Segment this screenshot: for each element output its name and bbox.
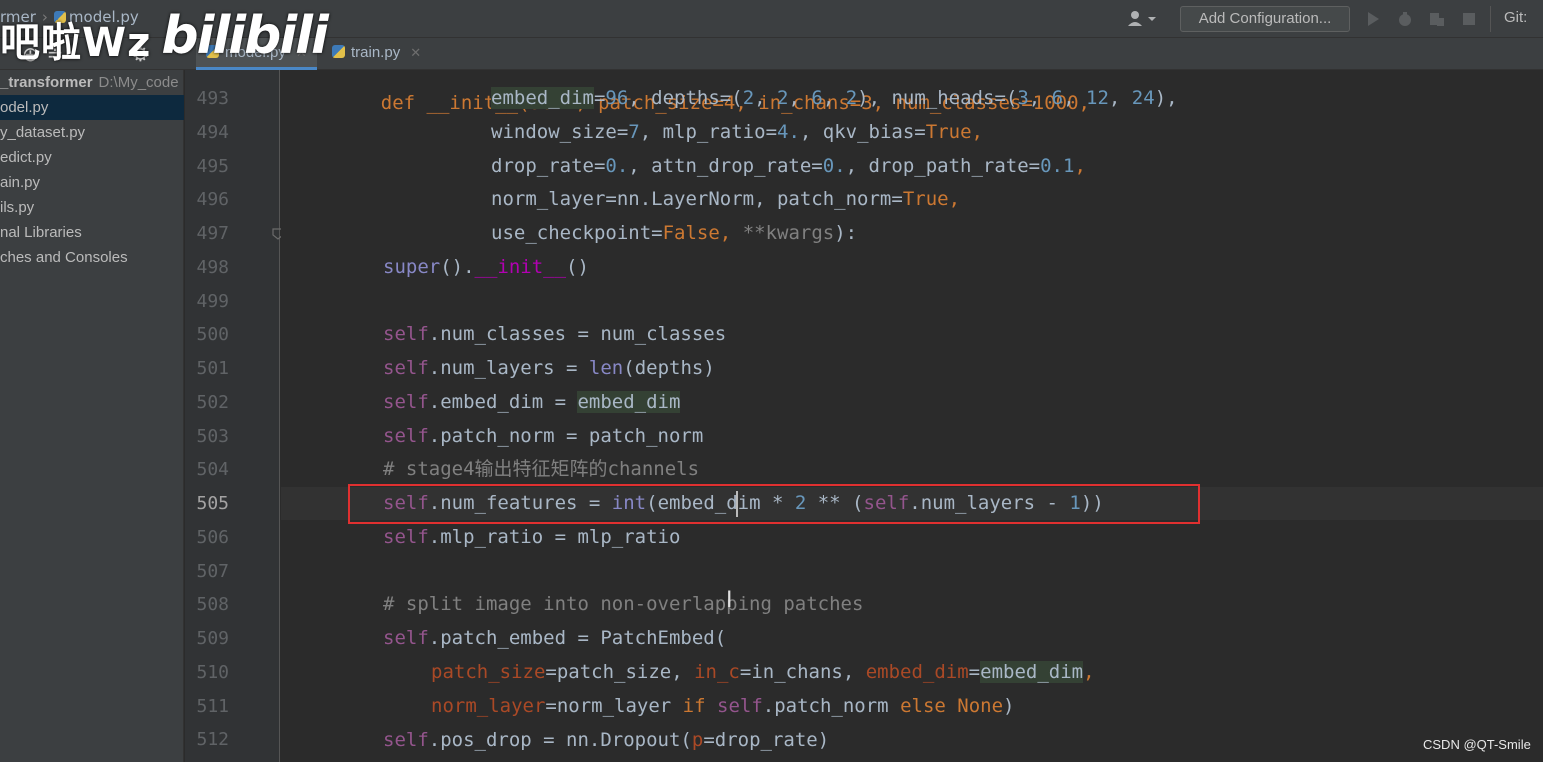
breadcrumb-separator: › (41, 8, 48, 26)
line-number: 498 (196, 257, 229, 278)
code-line-503: self.patch_norm = patch_norm (383, 425, 704, 447)
line-number: 504 (196, 459, 229, 480)
code-line-495: drop_rate=0., attn_drop_rate=0., drop_pa… (491, 155, 1086, 177)
python-file-icon (206, 45, 219, 58)
project-file-utils[interactable]: ils.py (0, 195, 184, 220)
code-line-501: self.num_layers = len(depths) (383, 357, 715, 379)
code-line-504: # stage4输出特征矩阵的channels (383, 458, 700, 480)
stop-icon[interactable] (1460, 10, 1478, 28)
git-label[interactable]: Git: (1504, 9, 1527, 26)
project-root-path: D:\My_code (98, 74, 179, 91)
close-icon[interactable]: ✕ (410, 45, 421, 60)
gear-icon[interactable]: ⚙ (132, 42, 150, 66)
line-number: 503 (196, 426, 229, 447)
code-line-496: norm_layer=nn.LayerNorm, patch_norm=True… (491, 188, 961, 210)
project-file-dataset[interactable]: y_dataset.py (0, 120, 184, 145)
line-number: 497 (196, 223, 229, 244)
line-number: 493 (196, 88, 229, 109)
csdn-watermark: CSDN @QT-Smile (1423, 737, 1531, 752)
line-number: 500 (196, 324, 229, 345)
code-editor[interactable]: def __init__(self, patch_size=4, in_chan… (281, 70, 1543, 762)
breadcrumb-file[interactable]: model.py (69, 8, 139, 26)
code-line-508: # split image into non-overlapping patch… (383, 593, 864, 615)
code-line-500: self.num_classes = num_classes (383, 323, 727, 345)
project-root-label: _transformer (0, 74, 93, 91)
breadcrumb-project[interactable]: rmer (0, 8, 36, 26)
line-number: 509 (196, 628, 229, 649)
debug-icon[interactable] (1396, 10, 1414, 28)
code-line-505-current: self.num_features = int(embed_dim * 2 **… (281, 487, 1543, 520)
line-number: 510 (196, 662, 229, 683)
line-number: 502 (196, 392, 229, 413)
project-scratches-consoles[interactable]: ches and Consoles (0, 245, 184, 270)
project-file-model[interactable]: odel.py (0, 95, 184, 120)
line-number: 494 (196, 122, 229, 143)
code-line-511: norm_layer=norm_layer if self.patch_norm… (431, 695, 1015, 717)
code-line-510: patch_size=patch_size, in_c=in_chans, em… (431, 661, 1095, 683)
code-line-497: use_checkpoint=False, **kwargs): (491, 222, 858, 244)
line-number: 507 (196, 561, 229, 582)
line-number: 499 (196, 291, 229, 312)
line-number: 508 (196, 594, 229, 615)
project-file-predict[interactable]: edict.py (0, 145, 184, 170)
code-line-494: window_size=7, mlp_ratio=4., qkv_bias=Tr… (491, 121, 983, 143)
user-icon[interactable] (1126, 9, 1158, 29)
line-number: 506 (196, 527, 229, 548)
tab-train-py[interactable]: train.py ✕ (322, 38, 431, 70)
collapse-icon[interactable]: ≑ (47, 42, 64, 66)
line-number: 512 (196, 729, 229, 750)
project-file-train[interactable]: ain.py (0, 170, 184, 195)
project-external-libraries[interactable]: nal Libraries (0, 220, 184, 245)
python-file-icon (332, 45, 345, 58)
title-bar: rmer › model.py Add Configuration... Git: (0, 0, 1543, 38)
close-icon[interactable]: ✕ (296, 45, 307, 60)
project-panel: _transformer D:\My_code odel.py y_dataset… (0, 70, 184, 762)
line-number: 501 (196, 358, 229, 379)
mouse-ibeam-cursor-icon: I (726, 588, 733, 613)
code-line-502: self.embed_dim = embed_dim (383, 391, 681, 413)
line-number: 511 (196, 696, 229, 717)
line-number: 495 (196, 156, 229, 177)
code-line-509: self.patch_embed = PatchEmbed( (383, 627, 727, 649)
code-line-493: embed_dim=96, depths=(2, 2, 6, 2), num_h… (491, 87, 1178, 109)
add-configuration-button[interactable]: Add Configuration... (1180, 6, 1350, 32)
code-line-512: self.pos_drop = nn.Dropout(p=drop_rate) (383, 729, 830, 751)
tab-label: train.py (351, 44, 401, 61)
toolbar-divider (1490, 6, 1491, 32)
python-file-icon (53, 11, 66, 23)
code-line-506: self.mlp_ratio = mlp_ratio (383, 526, 681, 548)
line-number-current: 505 (196, 493, 229, 514)
coverage-icon[interactable] (1428, 10, 1446, 28)
tab-label: model.py (225, 44, 286, 61)
project-root[interactable]: _transformer D:\My_code (0, 70, 184, 95)
project-tool-icons: ⊕ ≑ ⚙ (0, 42, 149, 66)
text-caret (736, 491, 738, 517)
editor-tabs-row: ⊕ ≑ ⚙ model.py ✕ train.py ✕ (0, 38, 1543, 70)
line-number: 496 (196, 189, 229, 210)
breadcrumb: rmer › model.py (0, 8, 139, 26)
crosshair-icon[interactable]: ⊕ (22, 42, 39, 66)
code-line-498: super().__init__() (383, 256, 589, 278)
run-icon[interactable] (1364, 10, 1382, 28)
tab-model-py[interactable]: model.py ✕ (196, 38, 317, 70)
